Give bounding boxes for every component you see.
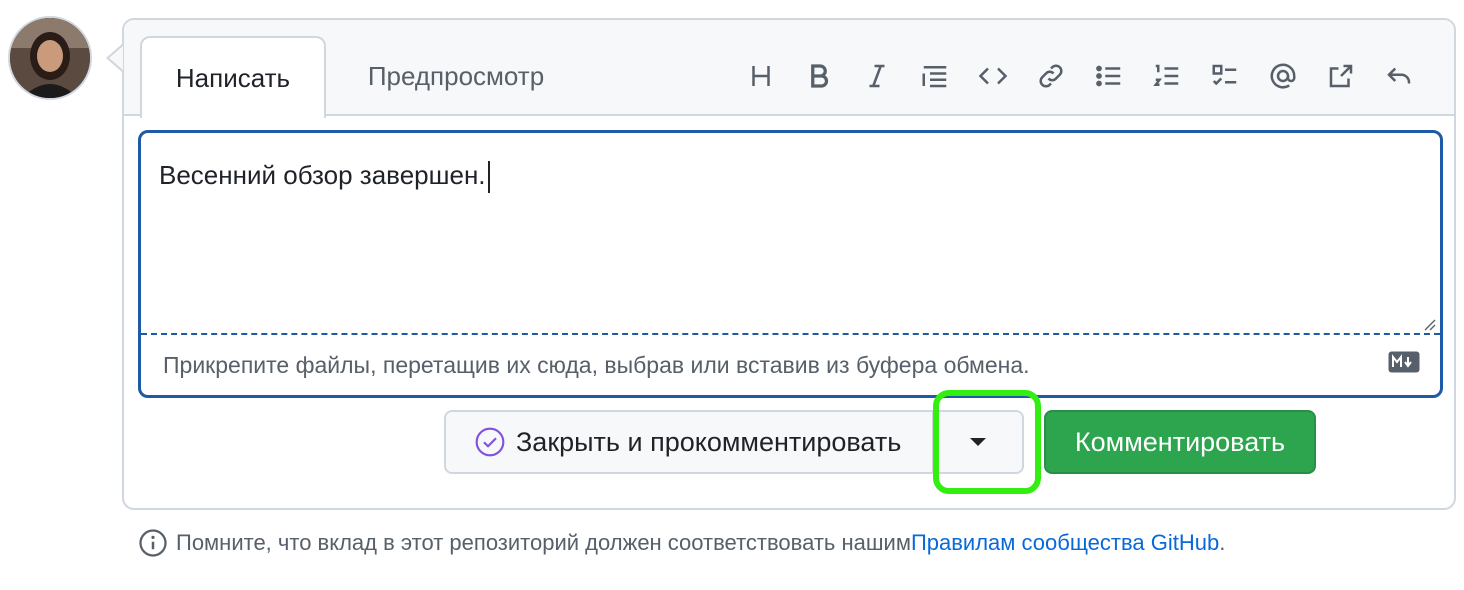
comment-editor[interactable]: Весенний обзор завершен. Прикрепите файл… [138, 130, 1443, 398]
numbered-list-icon[interactable] [1138, 54, 1196, 98]
tab-write[interactable]: Написать [140, 36, 326, 118]
text-caret [487, 161, 490, 194]
contribution-notice: Помните, что вклад в этот репозиторий до… [138, 528, 1225, 558]
comment-text: Весенний обзор завершен. [159, 160, 486, 190]
reply-icon[interactable] [1370, 54, 1428, 98]
comment-textarea[interactable]: Весенний обзор завершен. [141, 133, 1440, 333]
issue-closed-icon [475, 427, 505, 457]
comment-button[interactable]: Комментировать [1044, 410, 1316, 474]
file-attachment-hint[interactable]: Прикрепите файлы, перетащив их сюда, выб… [141, 335, 1440, 395]
heading-icon[interactable] [732, 54, 790, 98]
notice-text: Помните, что вклад в этот репозиторий до… [176, 530, 911, 555]
cross-reference-icon[interactable] [1312, 54, 1370, 98]
quote-icon[interactable] [906, 54, 964, 98]
info-icon [139, 529, 167, 557]
close-and-comment-button[interactable]: Закрыть и прокомментировать [444, 410, 934, 474]
notice-end: . [1219, 530, 1226, 555]
editor-header: Написать Предпросмотр [124, 20, 1454, 118]
italic-icon[interactable] [848, 54, 906, 98]
link-icon[interactable] [1022, 54, 1080, 98]
comment-pointer-fill [109, 46, 123, 70]
task-list-icon[interactable] [1196, 54, 1254, 98]
bold-icon[interactable] [790, 54, 848, 98]
avatar[interactable] [8, 16, 92, 100]
close-and-comment-label: Закрыть и прокомментировать [516, 426, 902, 457]
markdown-icon[interactable] [1388, 351, 1420, 373]
dropdown-highlight [933, 390, 1041, 494]
tab-preview[interactable]: Предпросмотр [338, 36, 574, 116]
markdown-toolbar [732, 54, 1428, 98]
bulleted-list-icon[interactable] [1080, 54, 1138, 98]
mention-icon[interactable] [1254, 54, 1312, 98]
resize-handle-icon[interactable] [1422, 317, 1436, 331]
code-icon[interactable] [964, 54, 1022, 98]
community-guidelines-link[interactable]: Правилам сообщества GitHub [911, 530, 1219, 556]
